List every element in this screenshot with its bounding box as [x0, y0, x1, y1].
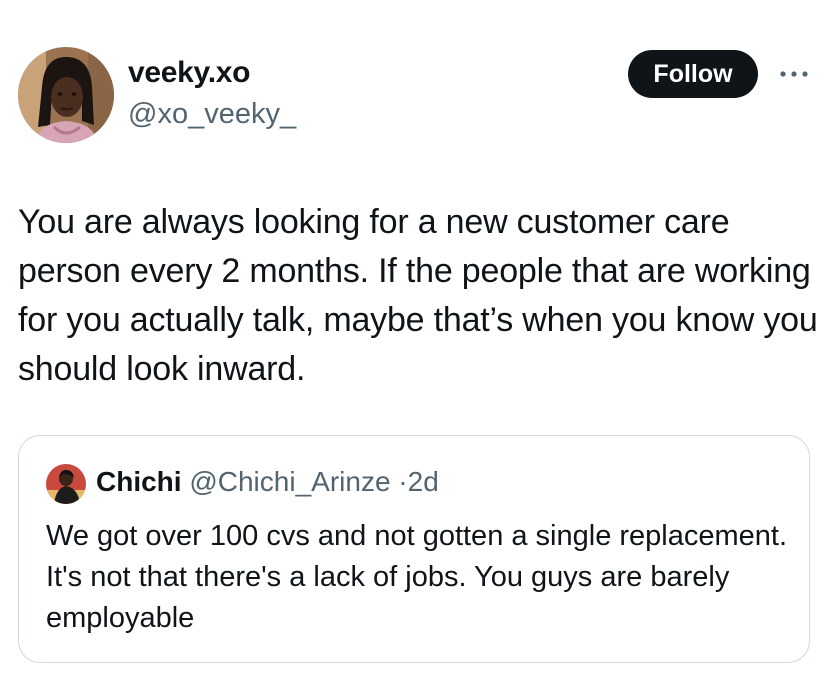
quoted-separator: · — [398, 466, 408, 497]
quoted-author-avatar[interactable] — [46, 464, 86, 504]
follow-button[interactable]: Follow — [628, 50, 758, 98]
more-options-icon — [779, 65, 809, 83]
author-display-name[interactable]: veeky.xo — [128, 56, 250, 90]
more-options-button[interactable] — [776, 60, 812, 88]
author-handle[interactable]: @xo_veeky_ — [128, 98, 296, 131]
quoted-tweet[interactable]: Chichi @Chichi_Arinze ·2d We got over 10… — [18, 435, 810, 663]
quoted-header: Chichi @Chichi_Arinze ·2d — [96, 466, 439, 498]
author-avatar[interactable] — [18, 47, 114, 143]
quoted-timestamp[interactable]: 2d — [408, 466, 439, 497]
tweet-text: You are always looking for a new custome… — [18, 203, 818, 388]
quoted-handle[interactable]: @Chichi_Arinze — [189, 466, 390, 497]
quoted-display-name[interactable]: Chichi — [96, 466, 182, 497]
quoted-text: We got over 100 cvs and not gotten a sin… — [46, 520, 788, 634]
